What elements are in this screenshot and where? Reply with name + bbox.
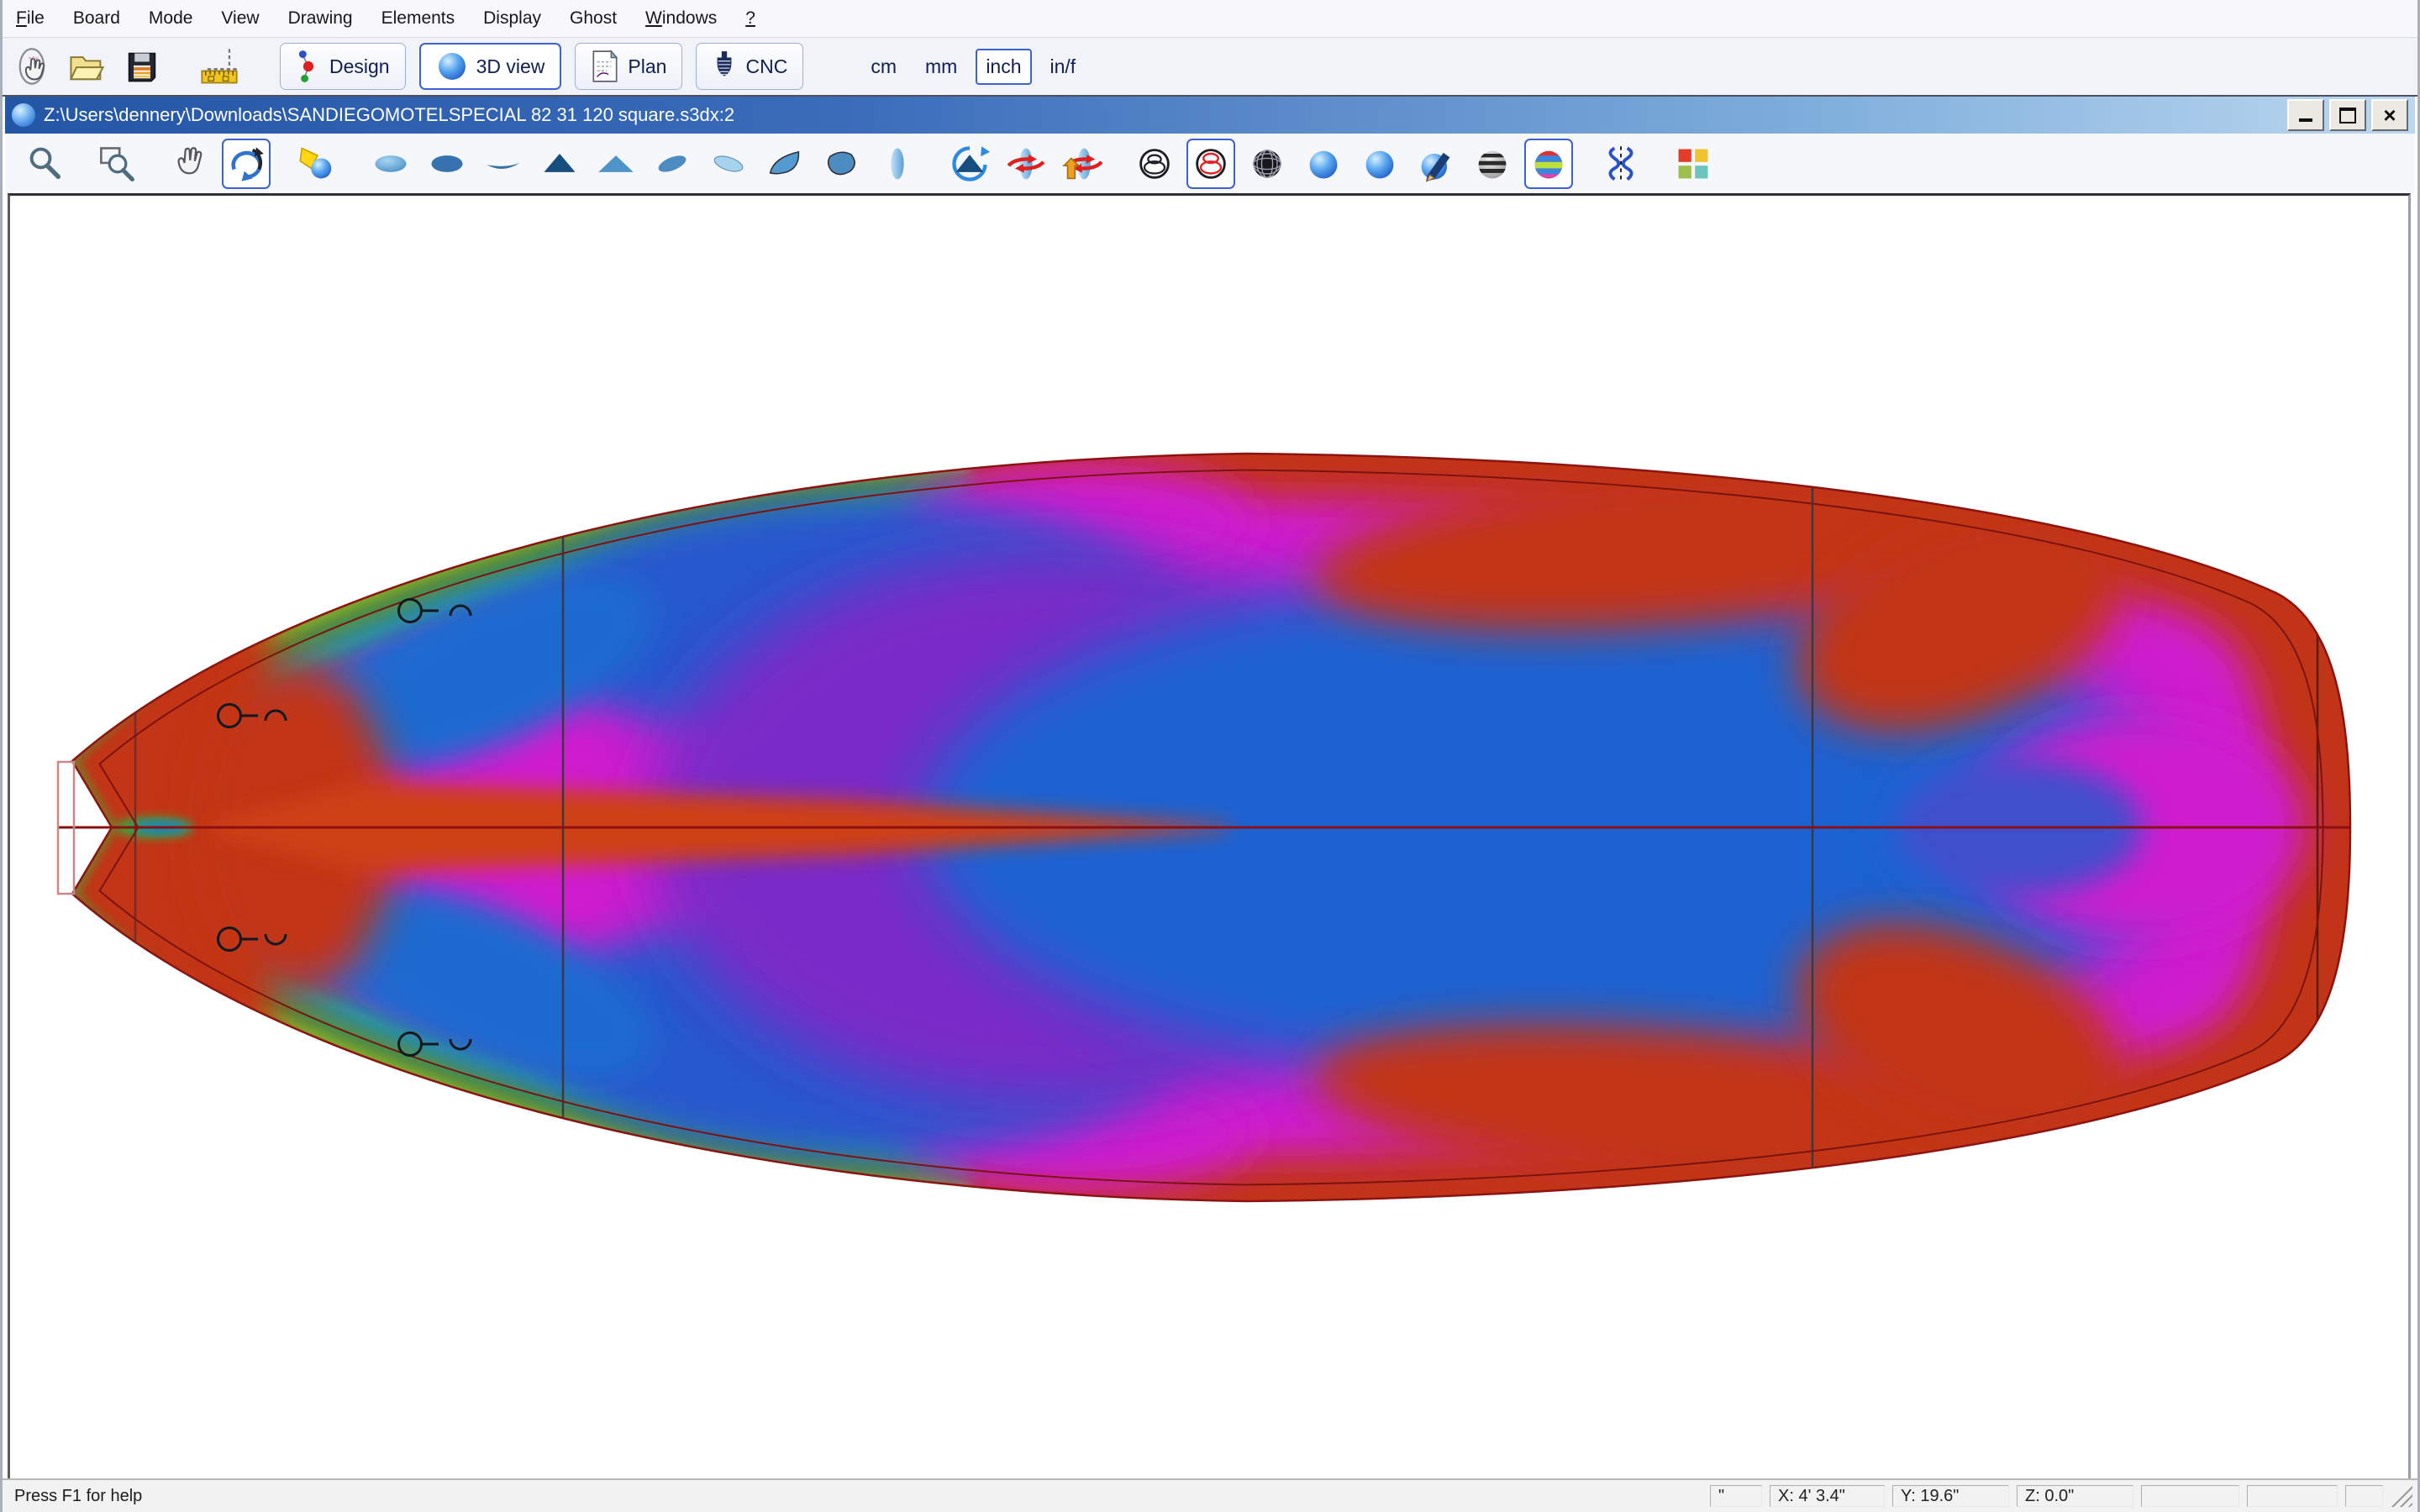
menu-board[interactable]: Board <box>73 8 120 29</box>
close-button[interactable]: × <box>2371 99 2408 131</box>
unit-selector: cm mm inch in/f <box>852 49 1086 85</box>
wireframe-view-icon[interactable] <box>1130 139 1179 189</box>
rotate-view-icon[interactable] <box>222 139 271 189</box>
menu-help[interactable]: ? <box>745 8 755 29</box>
status-help-text: Press F1 for help <box>14 1487 142 1506</box>
view-bottom-icon[interactable] <box>423 139 471 189</box>
status-x-coordinate: X: 4' 3.4" <box>1770 1485 1885 1507</box>
view-top-icon[interactable] <box>366 139 415 189</box>
sphere-icon <box>436 50 468 82</box>
view-toolbar <box>5 134 2415 193</box>
minimize-button[interactable] <box>2287 99 2324 131</box>
status-empty-cell-3 <box>2345 1485 2383 1507</box>
menu-mode[interactable]: Mode <box>149 8 193 29</box>
main-toolbar: Design 3D view Plan CNC cm mm inch in/f <box>3 38 2417 97</box>
resize-grip[interactable] <box>2391 1485 2412 1507</box>
menu-ghost[interactable]: Ghost <box>570 8 617 29</box>
view-tilt-left-icon[interactable] <box>648 139 697 189</box>
shape3d-window: File Board Mode View Drawing Elements Di… <box>0 0 2420 1512</box>
board-render <box>8 193 2411 1480</box>
multi-view-icon[interactable] <box>1669 139 1718 189</box>
status-empty-cell-1 <box>2141 1485 2239 1507</box>
symmetry-mode-icon[interactable] <box>1597 139 1645 189</box>
menu-display[interactable]: Display <box>483 8 541 29</box>
pan-hand-icon[interactable] <box>166 139 214 189</box>
zoom-window-icon[interactable] <box>93 139 142 189</box>
cnc-bit-icon <box>712 50 737 83</box>
3d-view-button[interactable]: 3D view <box>419 43 562 90</box>
status-bar: Press F1 for help " X: 4' 3.4" Y: 19.6" … <box>3 1478 2417 1512</box>
status-empty-cell-2 <box>2247 1485 2338 1507</box>
dimensions-icon[interactable] <box>197 45 241 88</box>
unit-inf[interactable]: in/f <box>1040 49 1086 85</box>
spin-horizontal-icon[interactable] <box>1002 139 1050 189</box>
view-side-icon[interactable] <box>479 139 528 189</box>
slices-view-icon[interactable] <box>1468 139 1517 189</box>
menu-bar: File Board Mode View Drawing Elements Di… <box>3 0 2417 38</box>
document-title-bar: Z:\Users\dennery\Downloads\SANDIEGOMOTEL… <box>5 97 2415 134</box>
wireframe-design-view-icon[interactable] <box>1186 139 1235 189</box>
view-back-icon[interactable] <box>592 139 640 189</box>
viewport-3d[interactable] <box>8 193 2411 1480</box>
shaded-view-icon[interactable] <box>1299 139 1348 189</box>
view-quarter-icon[interactable] <box>760 139 809 189</box>
shaded-design-view-icon[interactable] <box>1412 139 1460 189</box>
mesh-view-icon[interactable] <box>1243 139 1292 189</box>
status-y-coordinate: Y: 19.6" <box>1892 1485 2009 1507</box>
plan-button[interactable]: Plan <box>575 43 682 90</box>
open-file-icon[interactable] <box>65 45 108 88</box>
menu-windows[interactable]: Windows <box>645 8 717 29</box>
view-perspective-icon[interactable] <box>817 139 865 189</box>
save-file-icon[interactable] <box>120 45 164 88</box>
menu-file[interactable]: File <box>16 8 45 29</box>
cnc-button[interactable]: CNC <box>696 43 803 90</box>
view-front-icon[interactable] <box>535 139 584 189</box>
view-tilt-right-icon[interactable] <box>704 139 753 189</box>
document-title: Z:\Users\dennery\Downloads\SANDIEGOMOTEL… <box>44 104 734 126</box>
unit-inch[interactable]: inch <box>976 49 1031 85</box>
new-board-wizard-icon[interactable] <box>11 45 55 88</box>
status-z-coordinate: Z: 0.0" <box>2017 1485 2133 1507</box>
menu-elements[interactable]: Elements <box>381 8 455 29</box>
spin-flip-icon[interactable] <box>1058 139 1107 189</box>
plan-document-icon <box>591 50 619 83</box>
minimize-icon <box>2299 108 2312 122</box>
status-unit-cell: " <box>1710 1485 1762 1507</box>
maximize-button[interactable] <box>2329 99 2366 131</box>
design-button[interactable]: Design <box>280 43 406 90</box>
rotate-front-view-icon[interactable] <box>945 139 994 189</box>
light-icon[interactable] <box>294 139 343 189</box>
maximize-icon <box>2339 108 2356 123</box>
menu-drawing[interactable]: Drawing <box>288 8 353 29</box>
zoom-in-icon[interactable] <box>21 139 70 189</box>
design-nodes-icon <box>296 50 321 83</box>
unit-cm[interactable]: cm <box>860 49 907 85</box>
close-icon: × <box>2383 107 2396 123</box>
view-nose-icon[interactable] <box>873 139 922 189</box>
unit-mm[interactable]: mm <box>915 49 967 85</box>
menu-view[interactable]: View <box>221 8 259 29</box>
curvature-map-view-icon[interactable] <box>1524 139 1573 189</box>
smooth-shaded-view-icon[interactable] <box>1355 139 1404 189</box>
app-icon <box>12 103 35 127</box>
